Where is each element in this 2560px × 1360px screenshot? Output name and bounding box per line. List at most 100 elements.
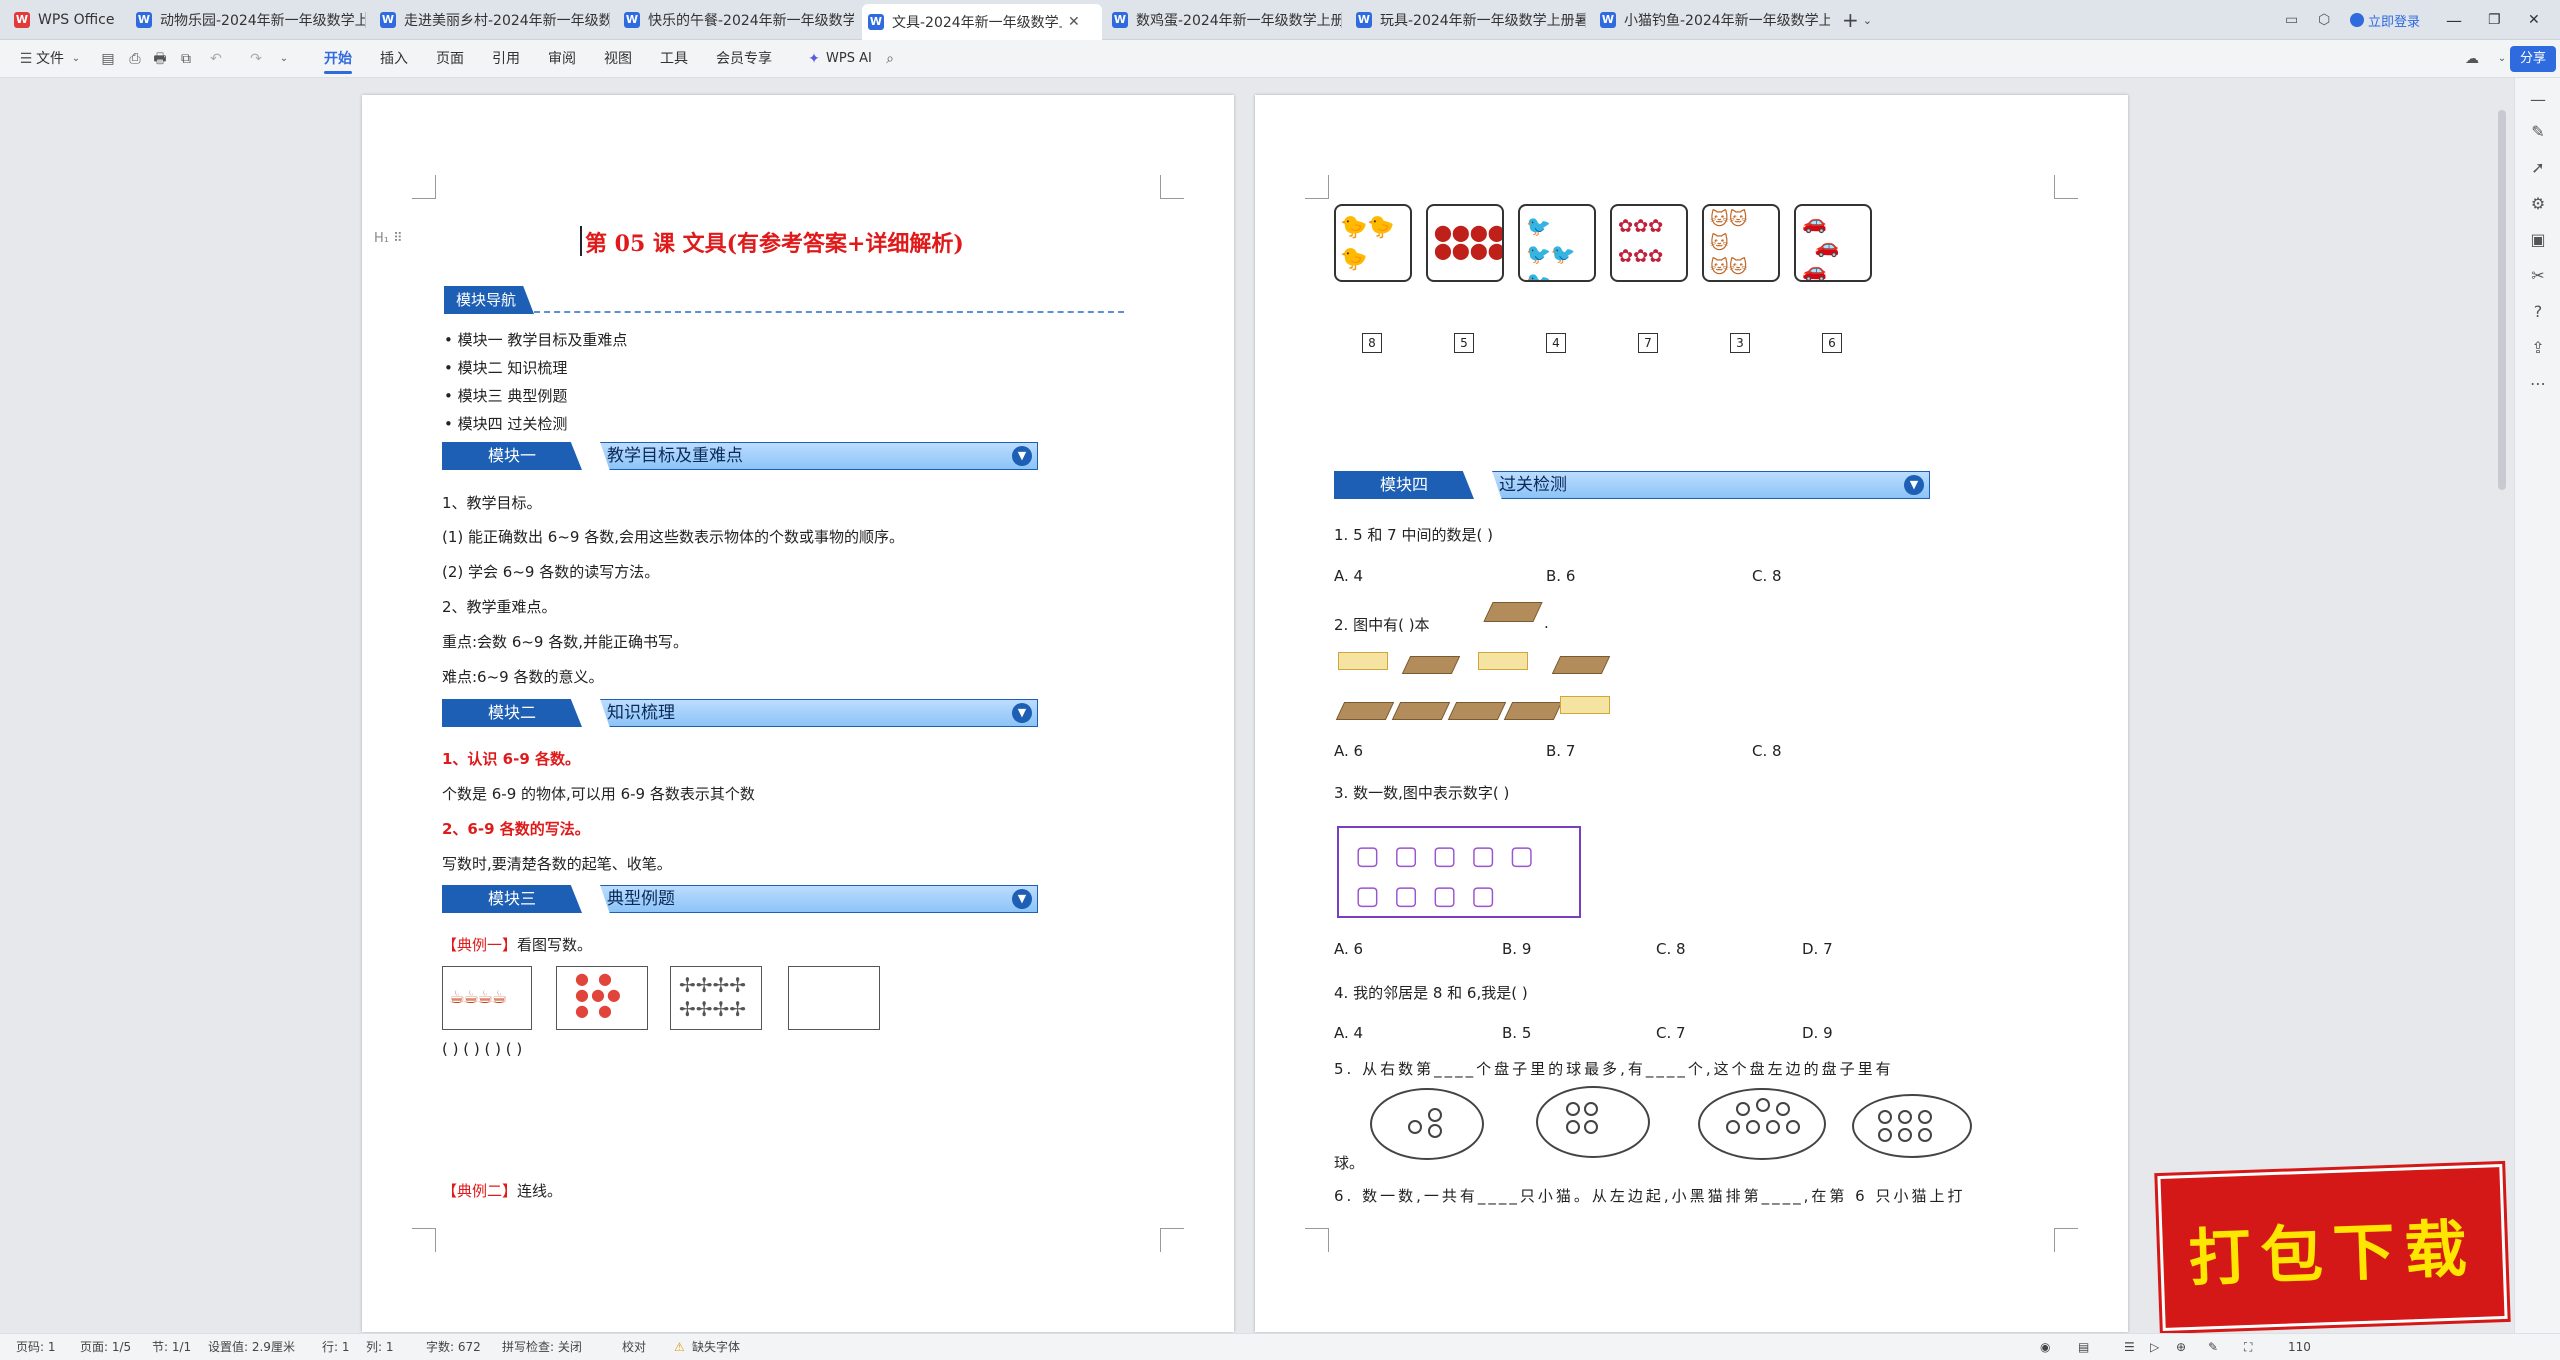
ball bbox=[1746, 1120, 1760, 1134]
text-line: 球。 bbox=[1334, 1154, 1365, 1172]
car-icon: 🚗 🚗 🚗 bbox=[1802, 210, 1840, 282]
menu-view[interactable]: 视图 bbox=[604, 40, 632, 78]
undo-icon[interactable]: ↶ bbox=[208, 51, 224, 67]
new-tab-plus-icon[interactable]: + ⌄ bbox=[1842, 0, 1882, 40]
menu-review[interactable]: 审阅 bbox=[548, 40, 576, 78]
status-spell[interactable]: 拼写检查: 关闭 bbox=[502, 1334, 582, 1360]
tab-document[interactable]: W 走进美丽乡村-2024年新一年级数学上 bbox=[380, 0, 610, 40]
image-icon[interactable]: ▣ bbox=[2528, 230, 2548, 250]
fit-page-icon[interactable]: ⛶ bbox=[2244, 1334, 2252, 1360]
chevron-down-icon[interactable]: ⌄ bbox=[2494, 51, 2510, 67]
status-proof[interactable]: 校对 bbox=[622, 1334, 646, 1360]
tab-label: 小猫钓鱼-2024年新一年级数学上册暑 bbox=[1624, 13, 1830, 29]
plate bbox=[1698, 1088, 1826, 1160]
question-6: 6. 数一数,一共有____只小猫。从左边起,小黑猫排第____,在第 6 只小… bbox=[1334, 1187, 1966, 1205]
file-menu[interactable]: 文件 bbox=[36, 40, 64, 78]
menu-insert[interactable]: 插入 bbox=[380, 40, 408, 78]
status-setting[interactable]: 设置值: 2.9厘米 bbox=[208, 1334, 295, 1360]
flowers-image: ✢✢✢✢ ✢✢✢✢ bbox=[670, 966, 762, 1030]
cube-icon[interactable]: ⬡ bbox=[2318, 0, 2338, 40]
export-pdf-icon[interactable]: ⎙ bbox=[127, 51, 143, 67]
cups-image: ☕☕☕☕ bbox=[442, 966, 532, 1030]
menu-member[interactable]: 会员专享 bbox=[716, 40, 772, 78]
status-row[interactable]: 行: 1 bbox=[322, 1334, 350, 1360]
more-chevron-icon[interactable]: ⌄ bbox=[276, 51, 292, 67]
wps-ai-button[interactable]: WPS AI bbox=[826, 40, 872, 78]
collapse-triangle-icon[interactable]: ▼ bbox=[1012, 703, 1032, 723]
tab-wps-office[interactable]: W WPS Office bbox=[14, 0, 129, 40]
close-icon[interactable]: ✕ bbox=[1068, 14, 1080, 30]
example-line: 【典例二】连线。 bbox=[442, 1180, 562, 1201]
ball bbox=[1726, 1120, 1740, 1134]
cloud-sync-icon[interactable]: ☁ bbox=[2464, 51, 2480, 67]
restore-icon[interactable]: ❐ bbox=[2488, 0, 2508, 40]
collapse-icon[interactable]: — bbox=[2528, 90, 2548, 110]
zoom-level[interactable]: 110 bbox=[2288, 1334, 2311, 1360]
save-icon[interactable]: ▤ bbox=[100, 51, 116, 67]
login-button[interactable]: 立即登录 bbox=[2350, 0, 2430, 40]
ball bbox=[1878, 1128, 1892, 1142]
vertical-scrollbar[interactable] bbox=[2498, 110, 2506, 490]
tab-document[interactable]: W 数鸡蛋-2024年新一年级数学上册暑假 bbox=[1112, 0, 1342, 40]
ball bbox=[1898, 1128, 1912, 1142]
tab-document[interactable]: W 动物乐园-2024年新一年级数学上册暑 bbox=[136, 0, 366, 40]
module-1-banner: 模块一 教学目标及重难点 ▼ bbox=[442, 442, 1038, 470]
menu-icon[interactable]: ☰ bbox=[18, 51, 34, 67]
tab-document[interactable]: W 玩具-2024年新一年级数学上册暑假自 bbox=[1356, 0, 1586, 40]
cars-card: 🚗 🚗 🚗 bbox=[1794, 204, 1872, 282]
close-window-icon[interactable]: ✕ bbox=[2528, 0, 2548, 40]
plate bbox=[1370, 1088, 1484, 1160]
number-box: 3 bbox=[1730, 333, 1750, 353]
web-layout-icon[interactable]: ☰ bbox=[2124, 1334, 2135, 1360]
globe-icon[interactable]: ⊕ bbox=[2176, 1334, 2186, 1360]
text-line: (2) 学会 6~9 各数的读写方法。 bbox=[442, 563, 660, 581]
collapse-triangle-icon[interactable]: ▼ bbox=[1904, 475, 1924, 495]
pen-icon[interactable]: ✎ bbox=[2528, 122, 2548, 142]
redo-icon[interactable]: ↷ bbox=[248, 51, 264, 67]
chevron-down-icon[interactable]: ⌄ bbox=[68, 51, 84, 67]
select-icon[interactable]: ➚ bbox=[2528, 158, 2548, 178]
option: D. 7 bbox=[1802, 940, 1833, 958]
collapse-triangle-icon[interactable]: ▼ bbox=[1012, 889, 1032, 909]
status-pages[interactable]: 页面: 1/5 bbox=[80, 1334, 131, 1360]
window-layout-icon[interactable]: ▭ bbox=[2285, 0, 2305, 40]
tab-document[interactable]: W 小猫钓鱼-2024年新一年级数学上册暑 bbox=[1600, 0, 1830, 40]
menu-home[interactable]: 开始 bbox=[324, 40, 352, 78]
heading-handle-icon[interactable]: H₁ ⠿ bbox=[374, 231, 403, 246]
status-words[interactable]: 字数: 672 bbox=[426, 1334, 481, 1360]
download-promo-banner[interactable]: 打包下载 bbox=[2157, 1164, 2508, 1331]
print-preview-icon[interactable]: ⧉ bbox=[178, 51, 194, 67]
status-missing-font[interactable]: 缺失字体 bbox=[692, 1334, 740, 1360]
print-icon[interactable]: 🖶 bbox=[152, 51, 168, 67]
play-icon[interactable]: ▷ bbox=[2150, 1334, 2159, 1360]
status-col[interactable]: 列: 1 bbox=[366, 1334, 394, 1360]
share-icon[interactable]: ⇪ bbox=[2528, 338, 2548, 358]
settings-slider-icon[interactable]: ⚙ bbox=[2528, 194, 2548, 214]
module-4-banner: 模块四 过关检测 ▼ bbox=[1334, 471, 1930, 499]
collapse-triangle-icon[interactable]: ▼ bbox=[1012, 446, 1032, 466]
tab-label: 走进美丽乡村-2024年新一年级数学上 bbox=[404, 13, 610, 29]
tab-document[interactable]: W 快乐的午餐-2024年新一年级数学上册 bbox=[624, 0, 854, 40]
ball bbox=[1428, 1108, 1442, 1122]
search-icon[interactable]: ⌕ bbox=[882, 51, 898, 67]
pen-mode-icon[interactable]: ✎ bbox=[2208, 1334, 2218, 1360]
tools-icon[interactable]: ✂ bbox=[2528, 266, 2548, 286]
book-icon bbox=[1551, 656, 1611, 674]
status-section[interactable]: 节: 1/1 bbox=[152, 1334, 191, 1360]
help-icon[interactable]: ? bbox=[2528, 302, 2548, 322]
menu-tools[interactable]: 工具 bbox=[660, 40, 688, 78]
question-5: 5. 从右数第____个盘子里的球最多,有____个,这个盘左边的盘子里有 bbox=[1334, 1060, 1894, 1078]
share-button[interactable]: 分享 bbox=[2510, 46, 2556, 72]
page-title: 第 05 课 文具(有参考答案+详细解析) bbox=[585, 231, 964, 257]
page-view-icon[interactable]: ▤ bbox=[2078, 1334, 2089, 1360]
more-icon[interactable]: ⋯ bbox=[2528, 374, 2548, 394]
status-page[interactable]: 页码: 1 bbox=[16, 1334, 56, 1360]
eye-icon[interactable]: ◉ bbox=[2040, 1334, 2050, 1360]
menu-references[interactable]: 引用 bbox=[492, 40, 520, 78]
minimize-icon[interactable]: — bbox=[2446, 0, 2466, 40]
menu-page[interactable]: 页面 bbox=[436, 40, 464, 78]
tab-document-active[interactable]: W 文具-2024年新一年级数学上册 ✕ bbox=[862, 4, 1102, 40]
ball bbox=[1566, 1120, 1580, 1134]
word-doc-icon: W bbox=[868, 14, 884, 30]
ball bbox=[1776, 1102, 1790, 1116]
